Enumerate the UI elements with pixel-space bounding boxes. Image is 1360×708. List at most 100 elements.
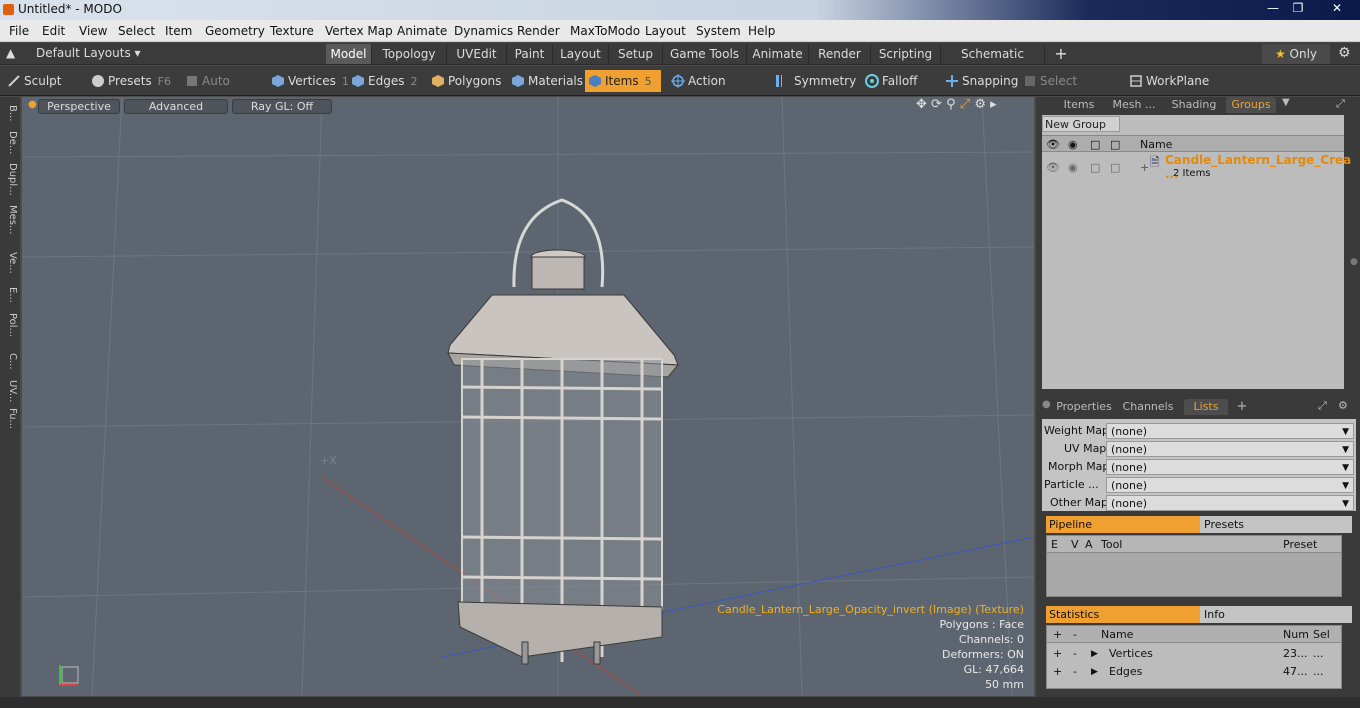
tab-model[interactable]: Model: [326, 44, 372, 64]
vertices-mode-button[interactable]: Vertices 1: [268, 70, 349, 92]
table-row[interactable]: + - ▶ Vertices 23... ...: [1047, 645, 1341, 663]
table-row[interactable]: + - ▶ Edges 47... ...: [1047, 663, 1341, 681]
menu-select[interactable]: Select: [118, 24, 155, 38]
strip-tab-duplicate[interactable]: Dupl...: [2, 163, 18, 196]
items-mode-button[interactable]: Items 5: [585, 70, 661, 92]
strip-tab-curve[interactable]: C...: [2, 347, 18, 375]
other-map-select[interactable]: (none) ▼: [1106, 495, 1354, 511]
tab-setup[interactable]: Setup: [609, 44, 663, 64]
menu-vertex-map[interactable]: Vertex Map: [325, 24, 393, 38]
presets-tab[interactable]: Presets: [1200, 516, 1352, 533]
weight-map-select[interactable]: (none) ▼: [1106, 423, 1354, 439]
viewport-settings-icon[interactable]: ⚙: [974, 97, 986, 112]
maximize-button[interactable]: ❐: [1287, 1, 1309, 17]
stats-collapse-all[interactable]: -: [1073, 626, 1077, 643]
edges-mode-button[interactable]: Edges 2: [348, 70, 424, 92]
scroll-handle-icon[interactable]: ●: [1350, 257, 1358, 267]
menu-edit[interactable]: Edit: [42, 24, 65, 38]
visibility-eye-icon[interactable]: 👁: [1046, 136, 1060, 153]
render-toggle-icon[interactable]: ◉: [1068, 136, 1078, 153]
menu-geometry[interactable]: Geometry: [205, 24, 265, 38]
menu-maxtomodo[interactable]: MaxToModo: [570, 24, 640, 38]
panel-dot-icon[interactable]: ●: [1042, 399, 1051, 410]
group-lock-icon[interactable]: □: [1090, 161, 1100, 174]
morph-map-select[interactable]: (none) ▼: [1106, 459, 1354, 475]
tab-animate[interactable]: Animate: [747, 44, 809, 64]
tab-lists[interactable]: Lists: [1184, 399, 1228, 415]
strip-tab-edge[interactable]: E...: [2, 281, 18, 309]
move-view-icon[interactable]: ✥: [916, 97, 927, 112]
tab-game-tools[interactable]: Game Tools: [663, 44, 747, 64]
group-row[interactable]: 👁 ◉ □ □ + 🗎 Candle_Lantern_Large_Crea ..…: [1042, 153, 1351, 183]
layout-arrow-icon[interactable]: ▲: [6, 46, 15, 60]
panel-dropdown-icon[interactable]: ▼: [1282, 97, 1290, 108]
tab-schematic-fusion[interactable]: Schematic Fusion: [941, 44, 1045, 81]
strip-tab-vertex[interactable]: Ve...: [2, 249, 18, 277]
menu-view[interactable]: View: [79, 24, 107, 38]
tab-render[interactable]: Render: [809, 44, 871, 64]
falloff-button[interactable]: Falloff: [862, 70, 934, 92]
tab-items[interactable]: Items: [1058, 97, 1100, 113]
stats-row-minus[interactable]: -: [1073, 663, 1077, 681]
tab-uvedit[interactable]: UVEdit: [447, 44, 507, 64]
stats-expand-all[interactable]: +: [1053, 626, 1062, 643]
tab-channels[interactable]: Channels: [1122, 399, 1174, 415]
pipeline-tab[interactable]: Pipeline: [1046, 516, 1200, 533]
raygl-toggle[interactable]: Ray GL: Off: [232, 99, 332, 114]
maximize-view-icon[interactable]: ⤢: [960, 97, 970, 112]
rotate-view-icon[interactable]: ⟳: [931, 97, 942, 112]
tab-paint[interactable]: Paint: [507, 44, 553, 64]
tab-groups[interactable]: Groups: [1226, 97, 1276, 113]
menu-help[interactable]: Help: [748, 24, 775, 38]
add-tab-button-props[interactable]: +: [1234, 399, 1250, 415]
action-center-button[interactable]: Action Center: [668, 70, 764, 110]
zoom-view-icon[interactable]: ⚲: [946, 97, 956, 112]
default-layouts-dropdown[interactable]: Default Layouts ▾: [36, 46, 141, 60]
strip-tab-fusion[interactable]: Fu...: [2, 405, 18, 433]
polygons-mode-button[interactable]: Polygons: [428, 70, 501, 92]
tab-topology[interactable]: Topology: [372, 44, 447, 64]
snapping-button[interactable]: Snapping: [942, 70, 1018, 92]
minimize-button[interactable]: —: [1262, 1, 1284, 17]
strip-tab-mesh-edit[interactable]: Mes...: [2, 205, 18, 235]
close-button[interactable]: ✕: [1326, 1, 1348, 17]
expand-panel-icon[interactable]: ⤢: [1336, 97, 1345, 111]
tab-properties[interactable]: Properties: [1056, 399, 1112, 415]
strip-tab-basic[interactable]: B...: [2, 99, 18, 127]
group-eye-icon[interactable]: 👁: [1046, 161, 1060, 174]
props-gear-icon[interactable]: ⚙: [1338, 399, 1348, 412]
select-toggle-icon[interactable]: □: [1110, 136, 1120, 153]
tab-scripting[interactable]: Scripting: [871, 44, 941, 64]
tab-layout[interactable]: Layout: [553, 44, 609, 64]
strip-tab-polygon[interactable]: Pol...: [2, 311, 18, 339]
menu-texture[interactable]: Texture: [270, 24, 314, 38]
gear-icon[interactable]: ⚙: [1338, 45, 1351, 61]
viewport-dot-icon[interactable]: ●: [28, 99, 37, 110]
stats-row-plus[interactable]: +: [1053, 645, 1062, 663]
auto-select-button[interactable]: Auto Select: [182, 70, 264, 110]
menu-file[interactable]: File: [9, 24, 29, 38]
group-select-icon[interactable]: □: [1110, 161, 1120, 174]
statistics-tab[interactable]: Statistics: [1046, 606, 1200, 623]
expand-group-icon[interactable]: +: [1140, 161, 1149, 174]
stats-row-plus[interactable]: +: [1053, 663, 1062, 681]
particle-map-select[interactable]: (none) ▼: [1106, 477, 1354, 493]
menu-layout[interactable]: Layout: [645, 24, 686, 38]
expand-arrow-icon[interactable]: ▶: [1091, 663, 1098, 681]
sculpt-button[interactable]: Sculpt: [4, 70, 82, 92]
tab-shading[interactable]: Shading: [1168, 97, 1220, 113]
shading-dropdown[interactable]: Advanced: [124, 99, 228, 114]
stats-row-minus[interactable]: -: [1073, 645, 1077, 663]
group-render-icon[interactable]: ◉: [1068, 161, 1078, 174]
menu-item[interactable]: Item: [165, 24, 192, 38]
presets-button[interactable]: Presets F6: [88, 70, 171, 92]
lock-toggle-icon[interactable]: □: [1090, 136, 1100, 153]
perspective-dropdown[interactable]: Perspective: [38, 99, 120, 114]
expand-arrow-icon[interactable]: ▶: [1091, 645, 1098, 663]
strip-tab-deform[interactable]: De...: [2, 129, 18, 157]
viewport-menu-arrow-icon[interactable]: ▸: [990, 97, 997, 112]
strip-tab-uv[interactable]: UV...: [2, 377, 18, 405]
tab-mesh[interactable]: Mesh ...: [1110, 97, 1158, 113]
info-tab[interactable]: Info: [1200, 606, 1352, 623]
workplane-button[interactable]: WorkPlane: [1126, 70, 1209, 92]
